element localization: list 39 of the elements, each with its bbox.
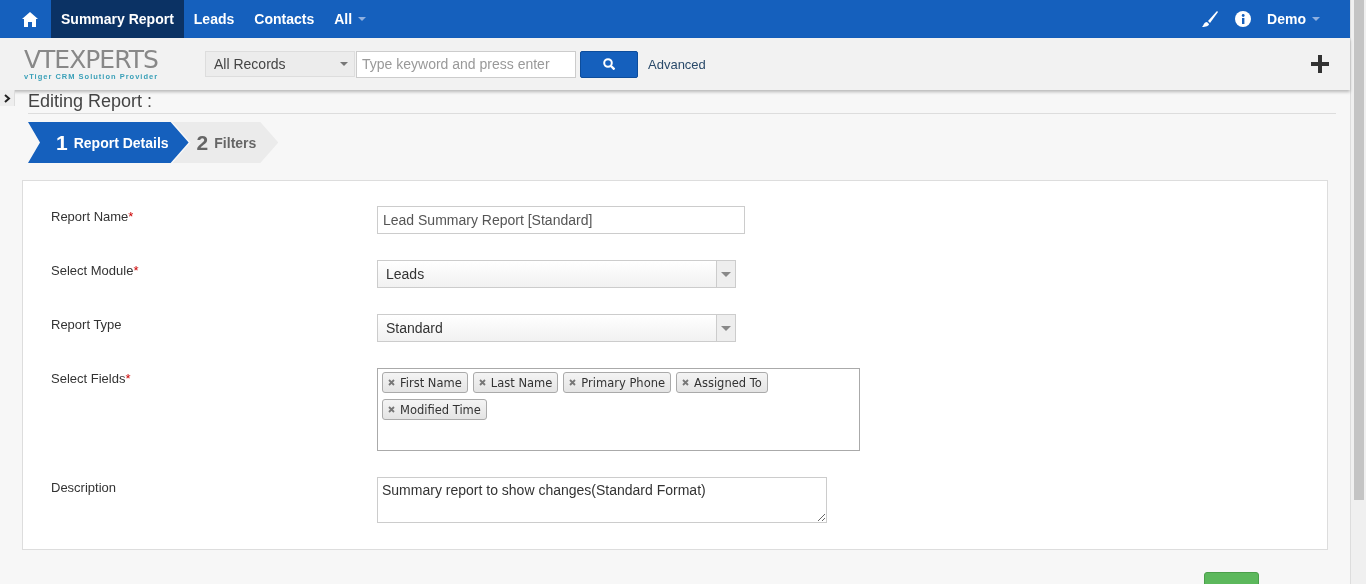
- nav-tab[interactable]: Summary Report: [51, 0, 184, 38]
- report-name-field[interactable]: Lead Summary Report [Standard]: [377, 206, 745, 234]
- wizard-step[interactable]: 1 Report Details: [28, 122, 189, 163]
- field-label: Description: [51, 479, 118, 495]
- nav-tab[interactable]: Leads: [183, 0, 245, 38]
- field-label: Report Name*: [51, 208, 135, 224]
- field-label: Select Fields*: [51, 370, 132, 386]
- remove-icon[interactable]: [388, 406, 395, 413]
- dropdown[interactable]: Standard: [377, 314, 736, 342]
- description-field[interactable]: Summary report to show changes(Standard Format): [377, 477, 827, 523]
- advanced-search-link[interactable]: Advanced: [648, 56, 706, 72]
- plus-icon[interactable]: [1311, 55, 1329, 73]
- search-icon[interactable]: [603, 58, 615, 70]
- info-icon[interactable]: [1235, 11, 1252, 27]
- remove-icon[interactable]: [682, 379, 690, 386]
- nav-tab[interactable]: All: [324, 0, 377, 38]
- wizard-step[interactable]: 2 Filters: [172, 122, 279, 163]
- remove-icon[interactable]: [388, 379, 395, 386]
- search-button[interactable]: [580, 50, 638, 78]
- remove-icon[interactable]: [478, 379, 486, 386]
- paintbrush-icon[interactable]: [1201, 10, 1220, 28]
- page-title: Editing Report :: [28, 90, 1336, 114]
- field-label: Report Type: [51, 316, 123, 332]
- remove-icon[interactable]: [569, 379, 577, 386]
- fields-multiselect[interactable]: First Name Last Name Primary Phone Assigned To Modified Time: [377, 368, 860, 451]
- field-chip[interactable]: Last Name: [472, 372, 559, 393]
- chevron-right-icon[interactable]: [3, 93, 11, 103]
- dropdown[interactable]: Leads: [377, 260, 736, 288]
- field-chip[interactable]: First Name: [382, 372, 468, 393]
- field-chip[interactable]: Assigned To: [676, 372, 768, 393]
- logo-text: VTEXPERTS: [24, 47, 158, 72]
- field-chip[interactable]: Primary Phone: [563, 372, 672, 393]
- nav-tab[interactable]: Contacts: [244, 0, 325, 38]
- home-icon[interactable]: [21, 10, 39, 28]
- field-label: Select Module*: [51, 262, 140, 278]
- record-scope-select[interactable]: All Records: [205, 51, 355, 77]
- search-field[interactable]: Type keyword and press enter: [356, 50, 576, 78]
- user-menu[interactable]: Demo: [1267, 11, 1320, 27]
- field-chip[interactable]: Modified Time: [382, 399, 487, 420]
